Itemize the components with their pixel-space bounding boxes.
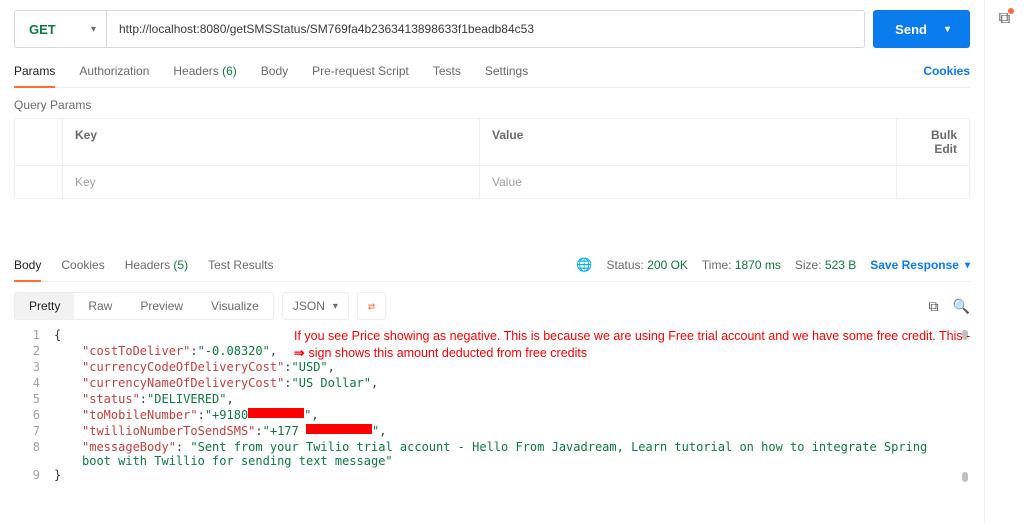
right-sidebar: ⧉ bbox=[984, 0, 1024, 523]
response-body: If you see Price showing as negative. Th… bbox=[14, 328, 970, 484]
body-view-tabs: Pretty Raw Preview Visualize bbox=[14, 292, 274, 320]
annotation-text: If you see Price showing as negative. Th… bbox=[294, 328, 974, 362]
key-input[interactable]: Key bbox=[63, 166, 480, 198]
col-header-key: Key bbox=[63, 119, 480, 165]
redaction-block bbox=[248, 408, 304, 418]
globe-icon[interactable]: 🌐 bbox=[576, 257, 592, 273]
tab-body[interactable]: Body bbox=[261, 64, 288, 87]
arrow-icon: ⇒ bbox=[294, 346, 304, 360]
http-method-select[interactable]: GET ▾ bbox=[14, 10, 106, 48]
request-url-input[interactable]: http://localhost:8080/getSMSStatus/SM769… bbox=[106, 10, 865, 48]
view-visualize[interactable]: Visualize bbox=[197, 293, 273, 319]
notification-dot-icon bbox=[1008, 8, 1014, 14]
copy-icon[interactable]: ⧉ bbox=[929, 298, 939, 315]
save-response-button[interactable]: Save Response▾ bbox=[870, 258, 970, 272]
tab-params[interactable]: Params bbox=[14, 64, 55, 88]
resp-tab-test-results[interactable]: Test Results bbox=[208, 258, 273, 281]
chevron-down-icon: ▾ bbox=[333, 301, 338, 312]
request-url-text: http://localhost:8080/getSMSStatus/SM769… bbox=[119, 22, 534, 36]
status-block: Status: 200 OK bbox=[607, 258, 688, 272]
chevron-down-icon: ▾ bbox=[965, 260, 970, 271]
resp-tab-body[interactable]: Body bbox=[14, 258, 41, 282]
view-preview[interactable]: Preview bbox=[126, 293, 197, 319]
http-method-label: GET bbox=[29, 22, 56, 37]
wrap-lines-button[interactable]: ⇄ bbox=[357, 292, 386, 320]
tab-authorization[interactable]: Authorization bbox=[79, 64, 149, 87]
resp-tab-cookies[interactable]: Cookies bbox=[61, 258, 104, 281]
tab-settings[interactable]: Settings bbox=[485, 64, 528, 87]
chevron-down-icon: ▾ bbox=[945, 24, 950, 35]
size-block: Size: 523 B bbox=[795, 258, 856, 272]
view-pretty[interactable]: Pretty bbox=[15, 293, 74, 319]
request-tabs: Params Authorization Headers (6) Body Pr… bbox=[14, 64, 970, 88]
query-params-heading: Query Params bbox=[14, 98, 970, 112]
view-raw[interactable]: Raw bbox=[74, 293, 126, 319]
bulk-edit-link[interactable]: Bulk Edit bbox=[897, 119, 969, 165]
row-checkbox-header bbox=[15, 119, 63, 165]
tab-headers[interactable]: Headers (6) bbox=[173, 64, 236, 87]
resp-tab-headers[interactable]: Headers (5) bbox=[125, 258, 188, 281]
chevron-down-icon: ▾ bbox=[91, 24, 96, 35]
search-icon[interactable]: 🔍 bbox=[953, 298, 970, 315]
redaction-block bbox=[306, 424, 372, 434]
col-header-value: Value bbox=[480, 119, 897, 165]
scrollbar-thumb[interactable] bbox=[962, 472, 968, 482]
response-tabs: Body Cookies Headers (5) Test Results bbox=[14, 258, 273, 281]
tab-prerequest[interactable]: Pre-request Script bbox=[312, 64, 409, 87]
query-params-table: Key Value Bulk Edit Key Value bbox=[14, 118, 970, 199]
language-dropdown[interactable]: JSON ▾ bbox=[282, 292, 349, 320]
send-button[interactable]: Send ▾ bbox=[873, 10, 970, 48]
tab-tests[interactable]: Tests bbox=[433, 64, 461, 87]
send-button-label: Send bbox=[895, 22, 927, 37]
row-trailing bbox=[897, 166, 969, 198]
cookies-link[interactable]: Cookies bbox=[923, 64, 970, 78]
time-block: Time: 1870 ms bbox=[702, 258, 781, 272]
row-checkbox[interactable] bbox=[15, 166, 63, 198]
value-input[interactable]: Value bbox=[480, 166, 897, 198]
